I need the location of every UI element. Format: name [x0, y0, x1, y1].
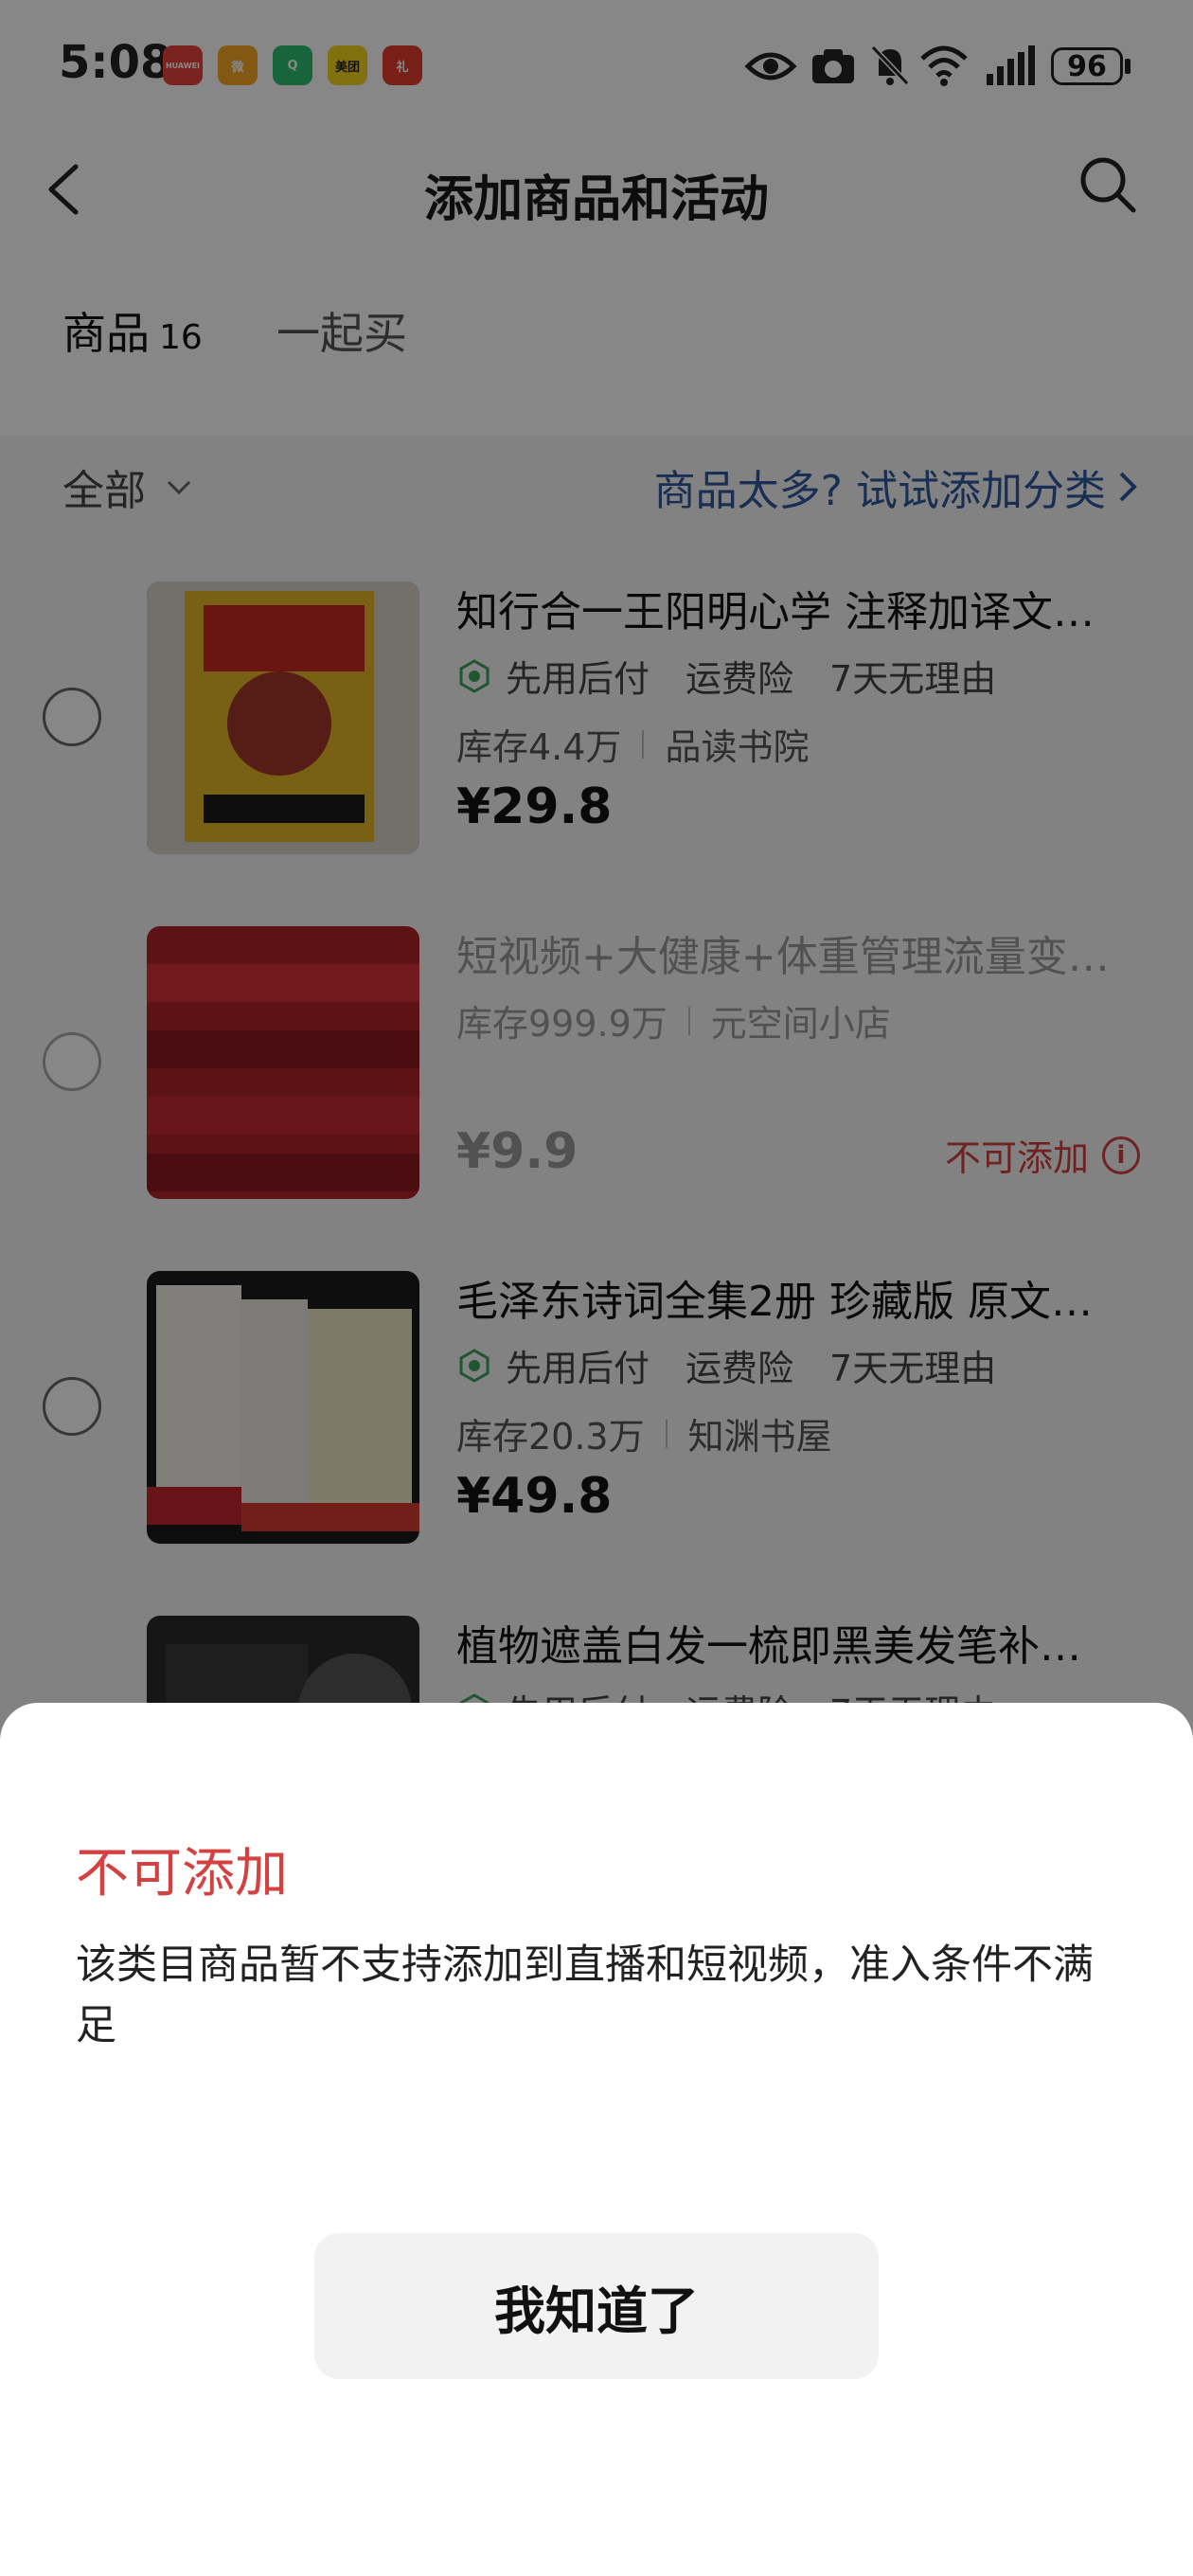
product-picker-page: 5:08 HUAWEI 微 Q 美团 礼 96 添加商品和活动 商品 16 一起… — [0, 0, 1193, 2576]
dialog-title: 不可添加 — [76, 1843, 288, 1905]
dialog-message: 该类目商品暂不支持添加到直播和短视频，准入条件不满足 — [76, 1941, 1094, 2049]
acknowledge-button[interactable]: 我知道了 — [314, 2233, 879, 2379]
cannot-add-dialog: 不可添加 该类目商品暂不支持添加到直播和短视频，准入条件不满足 我知道了 — [0, 1703, 1193, 2576]
